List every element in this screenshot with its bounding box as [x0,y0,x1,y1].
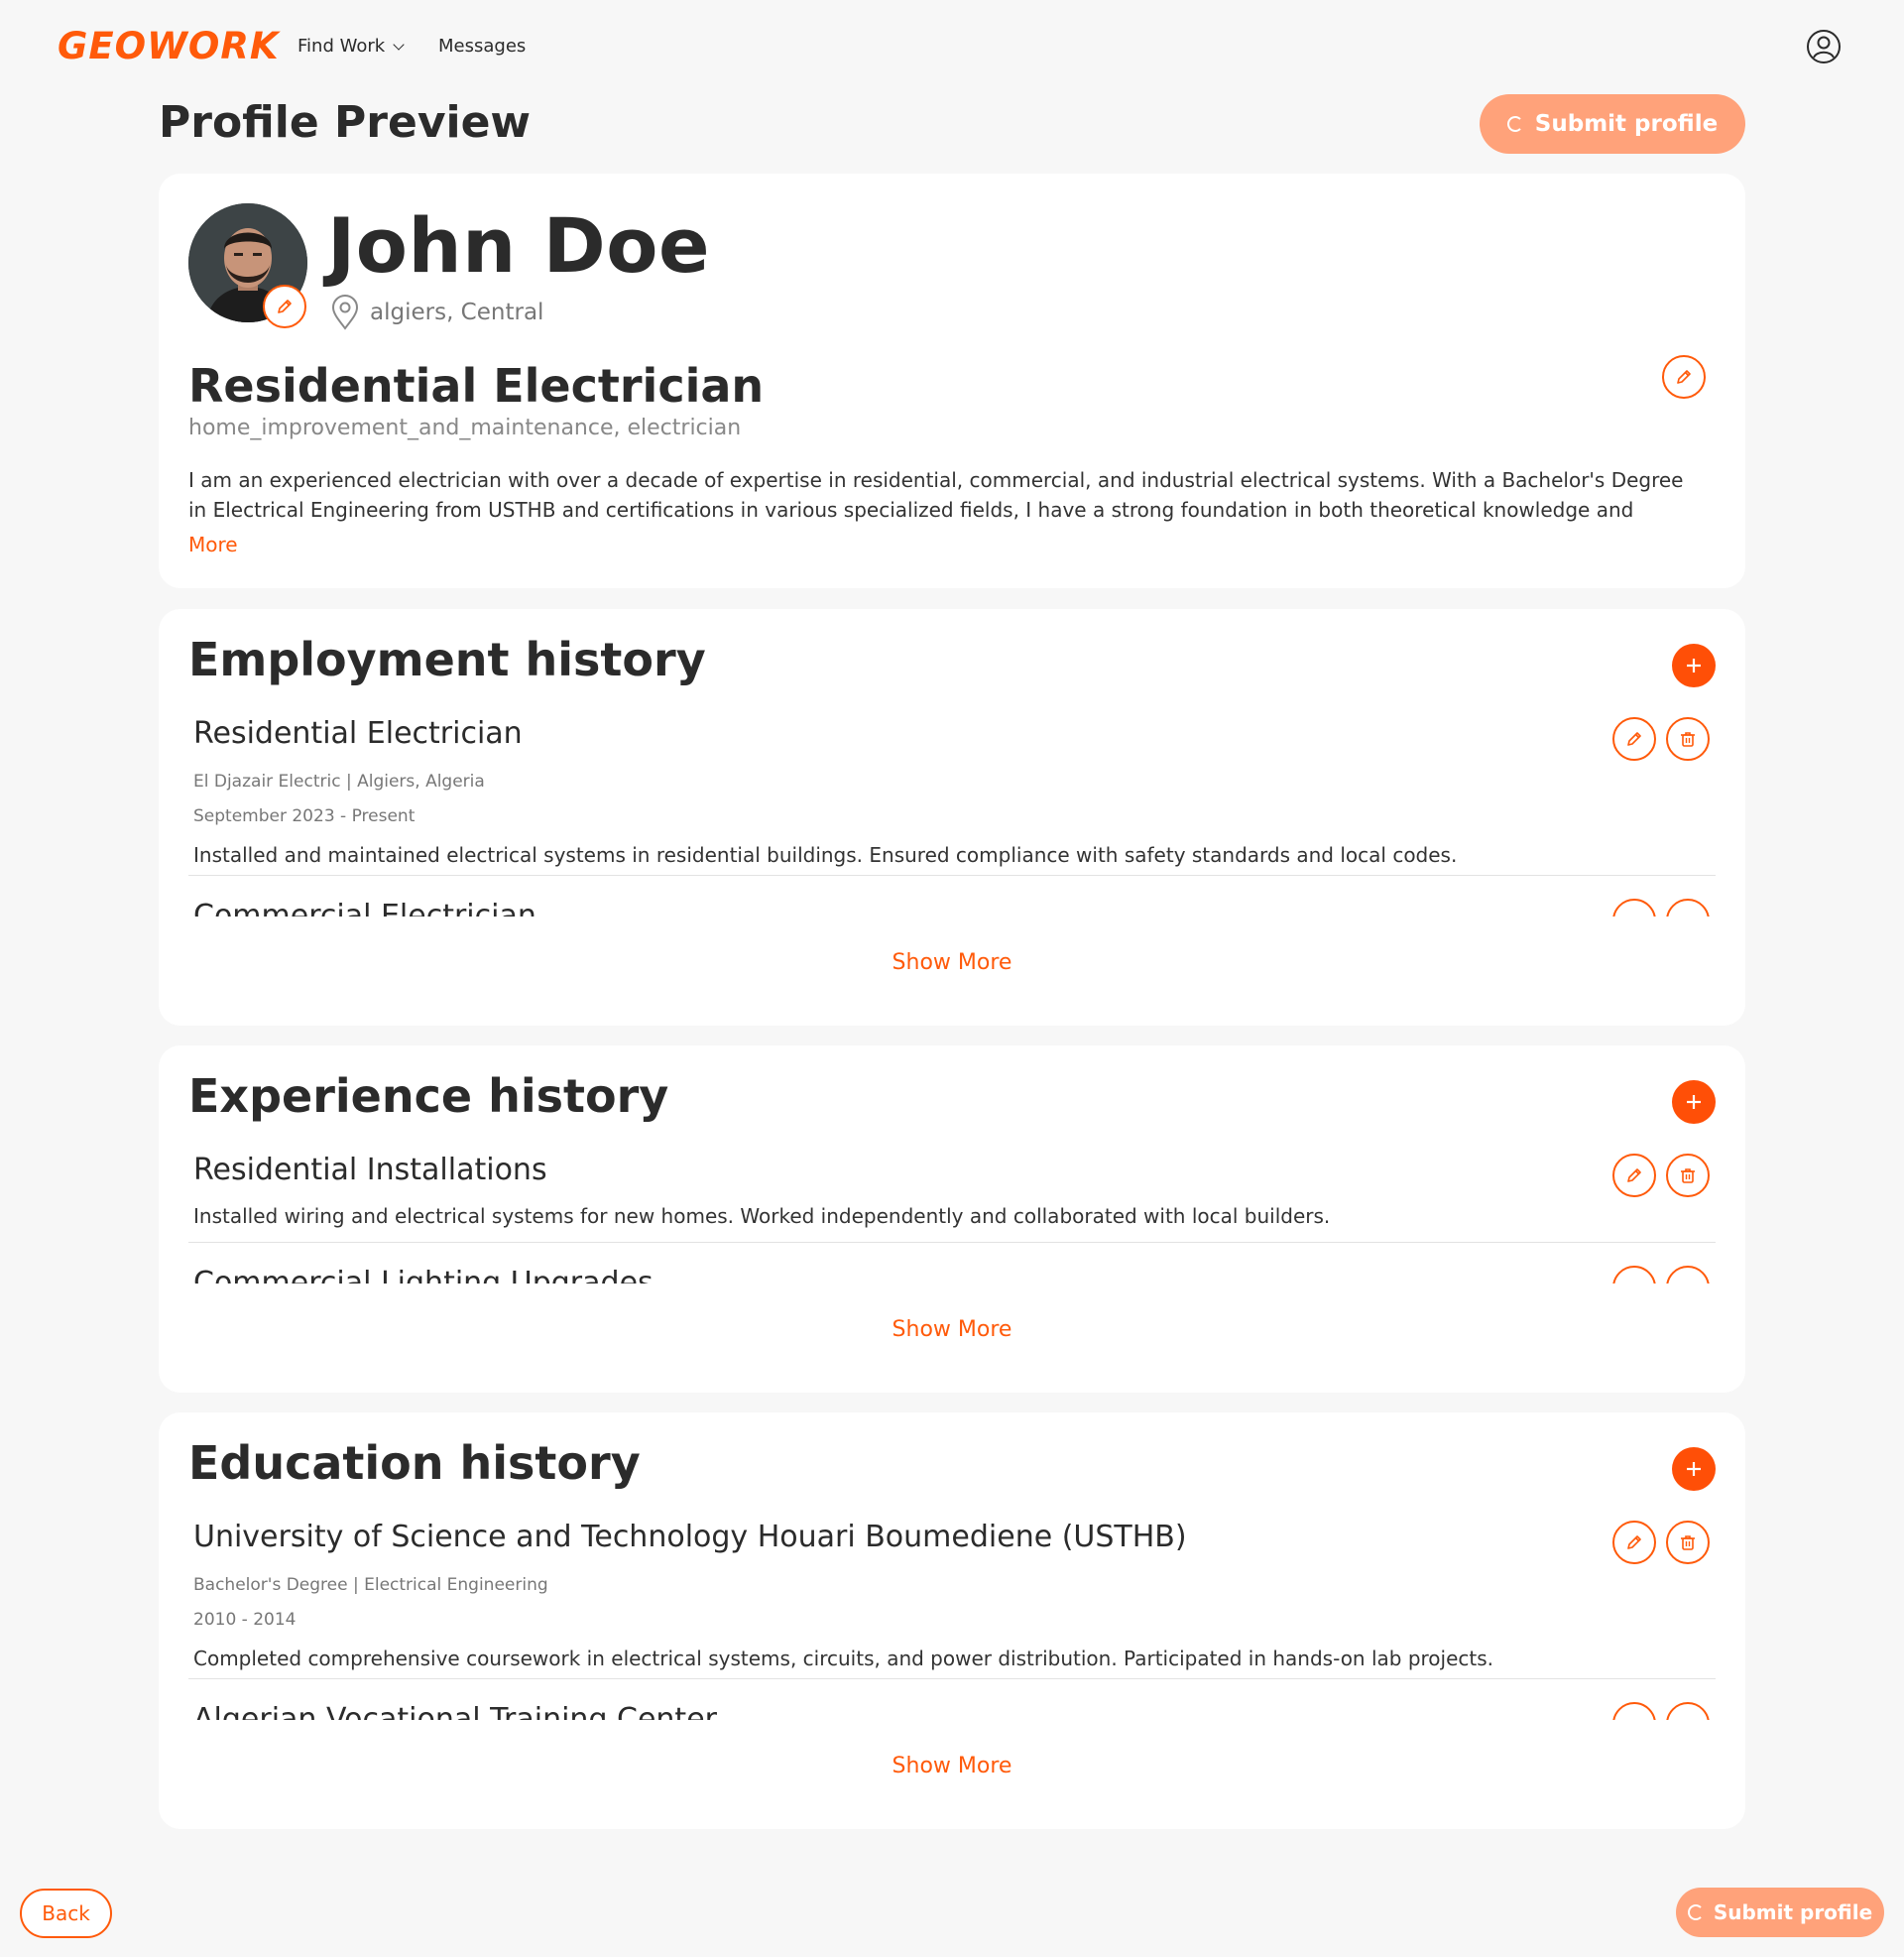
edit-experience-button[interactable] [1612,1154,1656,1197]
nav-messages-label: Messages [438,36,527,57]
nav-messages[interactable]: Messages [438,36,526,57]
experience-actions [1612,1266,1710,1284]
submit-profile-button[interactable]: Submit profile [1480,94,1745,154]
experience-title: Residential Installations [193,1153,547,1187]
loading-spinner-icon [1506,116,1523,132]
user-account-icon[interactable] [1806,29,1842,64]
delete-education-button[interactable] [1666,1521,1710,1564]
education-list: University of Science and Technology Hou… [159,1412,1745,1720]
education-history-card: Education history University of Science … [159,1412,1745,1829]
edit-education-button[interactable] [1612,1521,1656,1564]
trash-icon [1681,1535,1695,1550]
location-pin-icon [331,295,359,330]
trash-icon [1681,1168,1695,1183]
employment-description: Installed and maintained electrical syst… [193,843,1458,867]
logo-text: GEOWORK [58,24,280,67]
show-more-button[interactable]: Show More [159,1317,1745,1342]
geowork-logo[interactable]: GEOWORK [58,22,280,69]
page-title: Profile Preview [159,97,532,148]
submit-profile-bottom-label: Submit profile [1713,1900,1873,1924]
divider [188,1242,1716,1243]
education-degree: Bachelor's Degree | Electrical Engineeri… [193,1575,548,1595]
pencil-icon [1677,370,1691,384]
experience-description: Installed wiring and electrical systems … [193,1204,1331,1228]
employment-actions [1612,899,1710,917]
experience-actions [1612,1154,1710,1197]
loading-spinner-icon [1687,1904,1704,1920]
profile-bio: I am an experienced electrician with ove… [188,468,1684,522]
top-navbar: GEOWORK Find Work Messages [0,0,1904,94]
submit-profile-label: Submit profile [1534,111,1719,137]
employment-dates: September 2023 - Present [193,806,416,826]
pencil-icon [1627,1535,1641,1549]
education-title: University of Science and Technology Hou… [193,1520,1187,1554]
employment-history-card: Employment history Residential Electrici… [159,609,1745,1026]
education-title: Algerian Vocational Training Center [193,1702,717,1720]
pencil-icon [1627,1168,1641,1182]
edit-employment-button[interactable] [1612,717,1656,761]
edit-title-button[interactable] [1662,355,1706,399]
location-text: algiers, Central [370,300,544,325]
education-actions [1612,1702,1710,1720]
profile-location: algiers, Central [330,295,543,330]
delete-employment-button[interactable] [1666,899,1710,917]
back-label: Back [42,1901,90,1925]
employment-company: El Djazair Electric | Algiers, Algeria [193,772,485,792]
education-description: Completed comprehensive coursework in el… [193,1647,1494,1670]
profile-card: John Doe algiers, Central Residential El… [159,174,1745,588]
edit-employment-button[interactable] [1612,899,1656,917]
experience-list: Residential Installations Installed wiri… [159,1045,1745,1284]
education-actions [1612,1521,1710,1564]
nav-find-work-label: Find Work [298,36,386,57]
submit-profile-bottom-button[interactable]: Submit profile [1676,1888,1884,1937]
profile-name: John Doe [327,201,711,290]
employment-actions [1612,717,1710,761]
employment-list: Residential Electrician El Djazair Elect… [159,609,1745,917]
trash-icon [1681,732,1695,747]
job-title: Residential Electrician [188,359,765,413]
nav-find-work[interactable]: Find Work [298,36,405,57]
education-dates: 2010 - 2014 [193,1610,297,1630]
edit-education-button[interactable] [1612,1702,1656,1720]
avatar-edit-button[interactable] [263,285,306,328]
back-button[interactable]: Back [20,1889,112,1938]
divider [188,875,1716,876]
delete-experience-button[interactable] [1666,1154,1710,1197]
job-categories: home_improvement_and_maintenance, electr… [188,416,742,440]
chevron-down-icon [393,38,405,51]
show-more-button[interactable]: Show More [159,1754,1745,1778]
show-more-button[interactable]: Show More [159,950,1745,975]
employment-title: Commercial Electrician [193,899,536,917]
edit-experience-button[interactable] [1612,1266,1656,1284]
delete-employment-button[interactable] [1666,717,1710,761]
experience-history-card: Experience history Residential Installat… [159,1045,1745,1393]
delete-experience-button[interactable] [1666,1266,1710,1284]
bio-more-link[interactable]: More [188,533,238,556]
delete-education-button[interactable] [1666,1702,1710,1720]
pencil-icon [1627,732,1641,746]
divider [188,1678,1716,1679]
experience-title: Commercial Lighting Upgrades [193,1266,654,1284]
pencil-icon [278,300,292,313]
employment-title: Residential Electrician [193,716,523,751]
